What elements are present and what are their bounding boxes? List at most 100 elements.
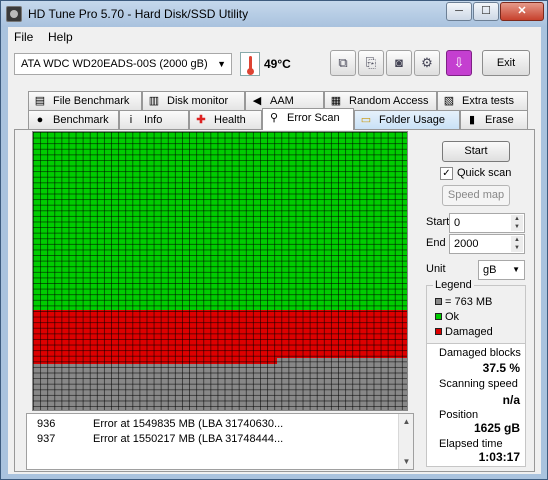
maximize-button[interactable]: ☐ bbox=[473, 2, 499, 21]
legend-title: Legend bbox=[433, 279, 474, 291]
legend-label: = 763 MB bbox=[445, 296, 493, 308]
close-button[interactable]: ✕ bbox=[500, 2, 544, 21]
copy-text-icon[interactable]: ⎘ bbox=[358, 50, 384, 76]
drive-select-value: ATA WDC WD20EADS-00S (2000 gB) bbox=[21, 58, 208, 70]
start-button[interactable]: Start bbox=[442, 141, 510, 162]
tab-label: Folder Usage bbox=[379, 114, 446, 126]
drive-select[interactable]: ATA WDC WD20EADS-00S (2000 gB) ▼ bbox=[14, 53, 232, 75]
tab-label: Health bbox=[214, 114, 246, 126]
spin-down-icon[interactable]: ▼ bbox=[511, 223, 523, 231]
tab-error-scan[interactable]: ⚲ Error Scan bbox=[262, 108, 354, 130]
menu-bar: File Help bbox=[8, 27, 541, 47]
elapsed-time-label: Elapsed time bbox=[439, 438, 503, 450]
app-hdd-icon bbox=[6, 6, 22, 22]
title-bar[interactable]: HD Tune Pro 5.70 - Hard Disk/SSD Utility… bbox=[1, 1, 547, 27]
block-grid bbox=[33, 132, 407, 410]
scroll-up-icon[interactable]: ▲ bbox=[400, 415, 413, 428]
tab-folder-usage[interactable]: ▭ Folder Usage bbox=[354, 110, 460, 129]
log-number: 936 bbox=[37, 418, 56, 430]
start-field-label: Start bbox=[426, 216, 450, 228]
temperature-readout: 49°C bbox=[264, 57, 291, 71]
tab-label: Benchmark bbox=[53, 114, 109, 126]
end-field-label: End bbox=[426, 237, 446, 249]
unit-label: Unit bbox=[426, 263, 446, 275]
folder-icon: ▭ bbox=[360, 114, 372, 126]
tab-extra-tests[interactable]: ▧ Extra tests bbox=[437, 91, 528, 110]
position-label: Position bbox=[439, 409, 479, 421]
log-row[interactable]: 937 Error at 1550217 MB (LBA 31748444... bbox=[27, 433, 399, 447]
tab-label: Extra tests bbox=[462, 95, 514, 107]
tab-label: File Benchmark bbox=[53, 95, 130, 107]
legend-label: Ok bbox=[445, 311, 460, 323]
start-position-value: 0 bbox=[454, 217, 461, 229]
log-scrollbar[interactable]: ▲ ▼ bbox=[398, 414, 413, 469]
quick-scan-checkbox[interactable]: ✓ bbox=[440, 167, 453, 180]
tab-label: Error Scan bbox=[287, 112, 340, 124]
unit-select-value: gB bbox=[483, 264, 497, 276]
elapsed-time-value: 1:03:17 bbox=[478, 450, 520, 464]
unit-select[interactable]: gB ▼ bbox=[478, 260, 525, 280]
legend-swatch bbox=[435, 298, 442, 305]
speed-map-button[interactable]: Speed map bbox=[442, 185, 510, 206]
spin-up-icon[interactable]: ▲ bbox=[511, 215, 523, 223]
minimize-button[interactable]: ─ bbox=[446, 2, 472, 21]
scan-block-map bbox=[32, 131, 408, 411]
damaged-blocks-label: Damaged blocks bbox=[439, 347, 521, 359]
legend-item-damaged: Damaged bbox=[435, 326, 493, 338]
tab-benchmark[interactable]: ● Benchmark bbox=[28, 110, 119, 129]
tab-info[interactable]: i Info bbox=[119, 110, 189, 129]
window-title: HD Tune Pro 5.70 - Hard Disk/SSD Utility bbox=[28, 7, 249, 21]
benchmark-icon: ● bbox=[36, 114, 44, 126]
log-message: Error at 1550217 MB (LBA 31748444... bbox=[93, 433, 284, 445]
file-benchmark-icon: ▤ bbox=[34, 95, 46, 107]
tab-disk-monitor[interactable]: ▥ Disk monitor bbox=[142, 91, 245, 110]
legend-item-ok: Ok bbox=[435, 311, 459, 323]
scan-stats-panel: Damaged blocks 37.5 % Scanning speed n/a… bbox=[426, 343, 526, 467]
log-row[interactable]: 936 Error at 1549835 MB (LBA 31740630... bbox=[27, 418, 399, 432]
spin-down-icon[interactable]: ▼ bbox=[511, 244, 523, 252]
log-number: 937 bbox=[37, 433, 56, 445]
tab-erase[interactable]: ▮ Erase bbox=[460, 110, 528, 129]
log-message: Error at 1549835 MB (LBA 31740630... bbox=[93, 418, 284, 430]
position-value: 1625 gB bbox=[473, 421, 520, 435]
legend-item-block-size: = 763 MB bbox=[435, 296, 492, 308]
spin-up-icon[interactable]: ▲ bbox=[511, 236, 523, 244]
exit-button[interactable]: Exit bbox=[482, 50, 530, 76]
menu-file[interactable]: File bbox=[14, 30, 33, 44]
disk-monitor-icon: ▥ bbox=[148, 95, 160, 107]
tab-label: Random Access bbox=[349, 95, 429, 107]
camera-icon[interactable]: ◙ bbox=[386, 50, 412, 76]
end-position-value: 2000 bbox=[454, 238, 479, 250]
scroll-down-icon[interactable]: ▼ bbox=[400, 455, 413, 468]
extra-tests-icon: ▧ bbox=[443, 95, 455, 107]
legend-swatch bbox=[435, 328, 442, 335]
copy-icon[interactable]: ⧉ bbox=[330, 50, 356, 76]
tab-label: AAM bbox=[270, 95, 294, 107]
tab-label: Disk monitor bbox=[167, 95, 229, 107]
tab-health[interactable]: ✚ Health bbox=[189, 110, 262, 129]
trash-icon: ▮ bbox=[468, 114, 476, 126]
app-window: HD Tune Pro 5.70 - Hard Disk/SSD Utility… bbox=[0, 0, 548, 480]
error-log-list[interactable]: 936 Error at 1549835 MB (LBA 31740630...… bbox=[26, 413, 414, 470]
legend-group: Legend = 763 MB Ok Damaged bbox=[426, 279, 526, 347]
legend-label: Damaged bbox=[445, 326, 493, 338]
chevron-down-icon: ▼ bbox=[217, 59, 226, 69]
menu-help[interactable]: Help bbox=[48, 30, 73, 44]
scanning-speed-value: n/a bbox=[502, 393, 520, 407]
end-position-spinner[interactable]: 2000 ▲ ▼ bbox=[449, 234, 525, 254]
chevron-down-icon: ▼ bbox=[512, 265, 520, 274]
tab-label: Info bbox=[144, 114, 163, 126]
search-icon: ⚲ bbox=[269, 112, 279, 124]
thermometer-icon bbox=[240, 52, 260, 76]
save-download-icon[interactable]: ⇩ bbox=[446, 50, 472, 76]
tab-file-benchmark[interactable]: ▤ File Benchmark bbox=[28, 91, 142, 110]
client-area: File Help ATA WDC WD20EADS-00S (2000 gB)… bbox=[8, 27, 541, 474]
info-icon: i bbox=[129, 114, 133, 126]
quick-scan-label: Quick scan bbox=[457, 167, 512, 179]
options-icon[interactable]: ⚙ bbox=[414, 50, 440, 76]
damaged-blocks-value: 37.5 % bbox=[482, 361, 520, 375]
tab-label: Erase bbox=[485, 114, 514, 126]
scanning-speed-label: Scanning speed bbox=[439, 378, 518, 390]
start-position-spinner[interactable]: 0 ▲ ▼ bbox=[449, 213, 525, 233]
legend-swatch bbox=[435, 313, 442, 320]
